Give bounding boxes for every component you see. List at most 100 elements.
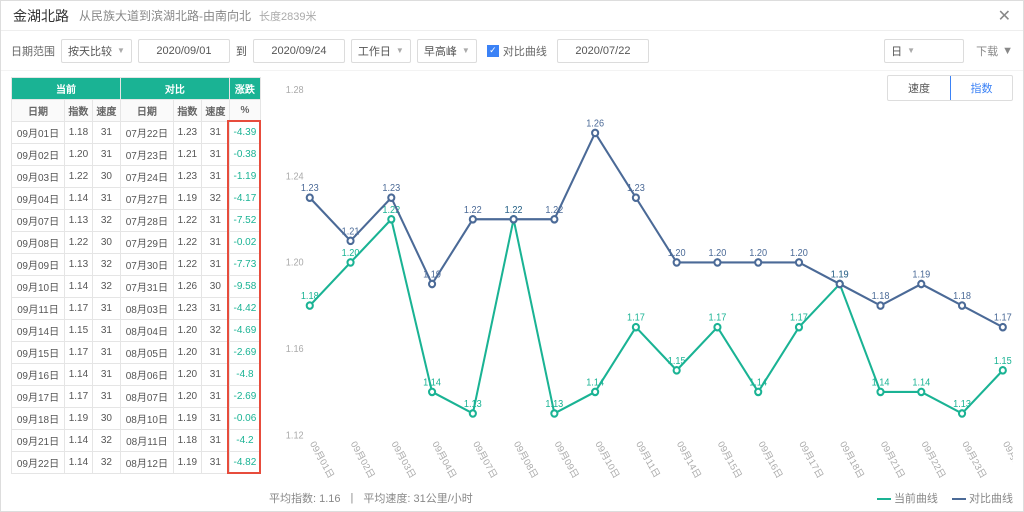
filter-bar: 日期范围 按天比较▼ 2020/09/01 到 2020/09/24 工作日▼ … [1,31,1023,71]
table-row: 09月18日1.193008月10日1.1931-0.06 [12,408,261,430]
close-icon[interactable]: ✕ [998,6,1011,26]
svg-text:1.17: 1.17 [994,312,1012,323]
svg-text:1.19: 1.19 [423,269,441,280]
svg-text:1.22: 1.22 [505,205,523,216]
table-row: 09月21日1.143208月11日1.1831-4.2 [12,430,261,452]
svg-text:09月24日: 09月24日 [1000,440,1013,481]
svg-text:1.23: 1.23 [627,183,645,194]
svg-text:09月17日: 09月17日 [796,440,825,481]
table-row: 09月01日1.183107月22日1.2331-4.39 [12,122,261,144]
route-length: 长度2839米 [259,8,316,24]
chevron-down-icon: ▼ [117,46,125,55]
svg-text:1.19: 1.19 [912,269,930,280]
svg-text:1.23: 1.23 [301,183,319,194]
table-row: 09月08日1.223007月29日1.2231-0.02 [12,232,261,254]
svg-text:1.13: 1.13 [545,399,563,410]
table-row: 09月15日1.173108月05日1.2031-2.69 [12,342,261,364]
chevron-down-icon: ▼ [1002,45,1013,57]
svg-text:09月21日: 09月21日 [878,440,907,481]
table-row: 09月14日1.153108月04日1.2032-4.69 [12,320,261,342]
svg-text:1.22: 1.22 [545,205,563,216]
svg-text:09月10日: 09月10日 [593,440,622,481]
svg-text:1.13: 1.13 [464,399,482,410]
chart: 1.12 1.16 1.20 1.24 1.28 09月01日 09月02日 09月03日 09… [269,79,1013,489]
svg-text:1.22: 1.22 [464,205,482,216]
svg-text:1.16: 1.16 [286,344,304,355]
svg-text:1.18: 1.18 [301,291,319,302]
svg-text:1.14: 1.14 [872,377,890,388]
svg-text:09月08日: 09月08日 [511,440,540,481]
table-row: 09月10日1.143207月31日1.2630-9.58 [12,276,261,298]
legend: 当前曲线 对比曲线 [877,490,1013,506]
unit-select[interactable]: 日▼ [884,39,964,63]
svg-text:1.17: 1.17 [709,312,727,323]
svg-text:09月09日: 09月09日 [552,440,581,481]
table-row: 09月16日1.143108月06日1.2031-4.8 [12,364,261,386]
table-row: 09月02日1.203107月23日1.2131-0.38 [12,144,261,166]
table-row: 09月22日1.143208月12日1.1931-4.82 [12,452,261,474]
table-row: 09月03日1.223007月24日1.2331-1.19 [12,166,261,188]
svg-text:09月04日: 09月04日 [430,440,459,481]
svg-text:1.15: 1.15 [994,356,1012,367]
compare-checkbox[interactable]: ✓ 对比曲线 [487,43,547,59]
svg-text:1.20: 1.20 [286,257,304,268]
download-button[interactable]: 下载▼ [976,43,1013,59]
compare-date-input[interactable]: 2020/07/22 [557,39,649,63]
svg-text:1.17: 1.17 [790,312,808,323]
check-icon: ✓ [487,45,499,57]
range-mode-select[interactable]: 按天比较▼ [61,39,132,63]
svg-text:09月02日: 09月02日 [348,440,377,481]
svg-text:1.18: 1.18 [872,291,890,302]
route-desc: 从民族大道到滨湖北路-由南向北 [79,7,251,24]
header: 金湖北路 从民族大道到滨湖北路-由南向北 长度2839米 ✕ [1,1,1023,31]
svg-text:09月18日: 09月18日 [837,440,866,481]
svg-text:1.28: 1.28 [286,85,304,96]
svg-text:1.21: 1.21 [342,226,360,237]
svg-text:1.24: 1.24 [286,171,304,182]
svg-text:1.14: 1.14 [749,377,767,388]
svg-text:1.20: 1.20 [709,248,727,259]
svg-text:1.23: 1.23 [382,183,400,194]
svg-text:1.26: 1.26 [586,118,604,129]
day-type-select[interactable]: 工作日▼ [351,39,411,63]
table-row: 09月11日1.173108月03日1.2331-4.42 [12,298,261,320]
svg-text:1.12: 1.12 [286,430,304,441]
svg-text:1.14: 1.14 [586,377,604,388]
peak-select[interactable]: 早高峰▼ [417,39,477,63]
data-table: 当前对比涨跌日期指数速度日期指数速度%09月01日1.183107月22日1.2… [11,77,261,474]
svg-text:09月07日: 09月07日 [470,440,499,481]
svg-text:09月23日: 09月23日 [960,440,989,481]
svg-text:1.17: 1.17 [627,312,645,323]
table-row: 09月07日1.133207月28日1.2231-7.52 [12,210,261,232]
svg-text:1.19: 1.19 [831,269,849,280]
svg-text:1.15: 1.15 [668,356,686,367]
svg-text:09月15日: 09月15日 [715,440,744,481]
page-title: 金湖北路 [13,6,69,26]
svg-text:09月03日: 09月03日 [389,440,418,481]
table-row: 09月04日1.143107月27日1.1932-4.17 [12,188,261,210]
svg-text:1.20: 1.20 [342,248,360,259]
svg-text:1.20: 1.20 [790,248,808,259]
svg-text:1.14: 1.14 [912,377,930,388]
svg-text:1.20: 1.20 [668,248,686,259]
svg-text:1.14: 1.14 [423,377,441,388]
svg-text:09月11日: 09月11日 [633,440,661,481]
data-table-wrap: 当前对比涨跌日期指数速度日期指数速度%09月01日1.183107月22日1.2… [1,71,261,511]
end-date-input[interactable]: 2020/09/24 [253,39,345,63]
svg-text:09月22日: 09月22日 [919,440,948,481]
avg-index: 平均指数: 1.16 [269,490,341,506]
chevron-down-icon: ▼ [462,46,470,55]
svg-text:1.13: 1.13 [953,399,971,410]
table-row: 09月09日1.133207月30日1.2231-7.73 [12,254,261,276]
avg-speed: 平均速度: 31公里/小时 [363,490,472,506]
table-row: 09月17日1.173108月07日1.2031-2.69 [12,386,261,408]
chevron-down-icon: ▼ [396,46,404,55]
svg-text:1.18: 1.18 [953,291,971,302]
date-range-label: 日期范围 [11,43,55,59]
svg-text:09月01日: 09月01日 [307,440,336,481]
start-date-input[interactable]: 2020/09/01 [138,39,230,63]
svg-text:09月16日: 09月16日 [756,440,785,481]
svg-text:1.20: 1.20 [749,248,767,259]
chevron-down-icon: ▼ [907,46,915,55]
svg-text:09月14日: 09月14日 [674,440,703,481]
